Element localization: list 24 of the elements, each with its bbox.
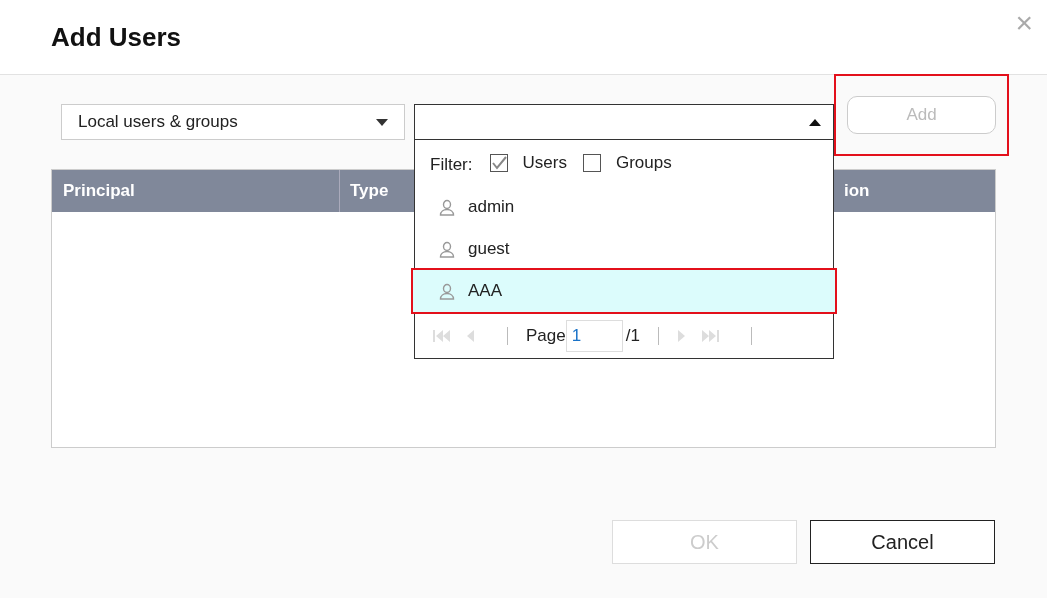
dialog-button[interactable]: Cancel bbox=[810, 520, 995, 564]
user-select-field[interactable] bbox=[414, 104, 834, 140]
filter-label: Filter: bbox=[430, 154, 473, 177]
first-page-icon[interactable] bbox=[433, 328, 451, 343]
dialog-title: Add Users bbox=[51, 20, 182, 54]
user-icon bbox=[439, 282, 455, 300]
checkmark-icon bbox=[490, 156, 507, 170]
last-page-icon[interactable] bbox=[700, 328, 719, 343]
filter-checkbox[interactable]: Groups bbox=[582, 150, 672, 176]
user-icon bbox=[439, 240, 455, 258]
page-total: /1 bbox=[625, 324, 640, 347]
next-page-icon[interactable] bbox=[676, 328, 687, 343]
column-header: ion bbox=[844, 180, 871, 203]
page-label: Page bbox=[526, 324, 566, 347]
page-input[interactable]: 1 bbox=[565, 319, 623, 352]
user-list-item[interactable]: AAA bbox=[413, 270, 835, 312]
caret-up-icon bbox=[809, 118, 821, 126]
filter-checkbox[interactable]: Users bbox=[489, 150, 567, 176]
source-dropdown[interactable]: Local users & groups bbox=[61, 104, 405, 140]
previous-page-icon[interactable] bbox=[465, 328, 475, 343]
column-header: Type bbox=[349, 180, 389, 203]
column-header: Principal bbox=[52, 170, 340, 212]
user-icon bbox=[439, 198, 455, 216]
caret-down-icon bbox=[376, 118, 388, 126]
